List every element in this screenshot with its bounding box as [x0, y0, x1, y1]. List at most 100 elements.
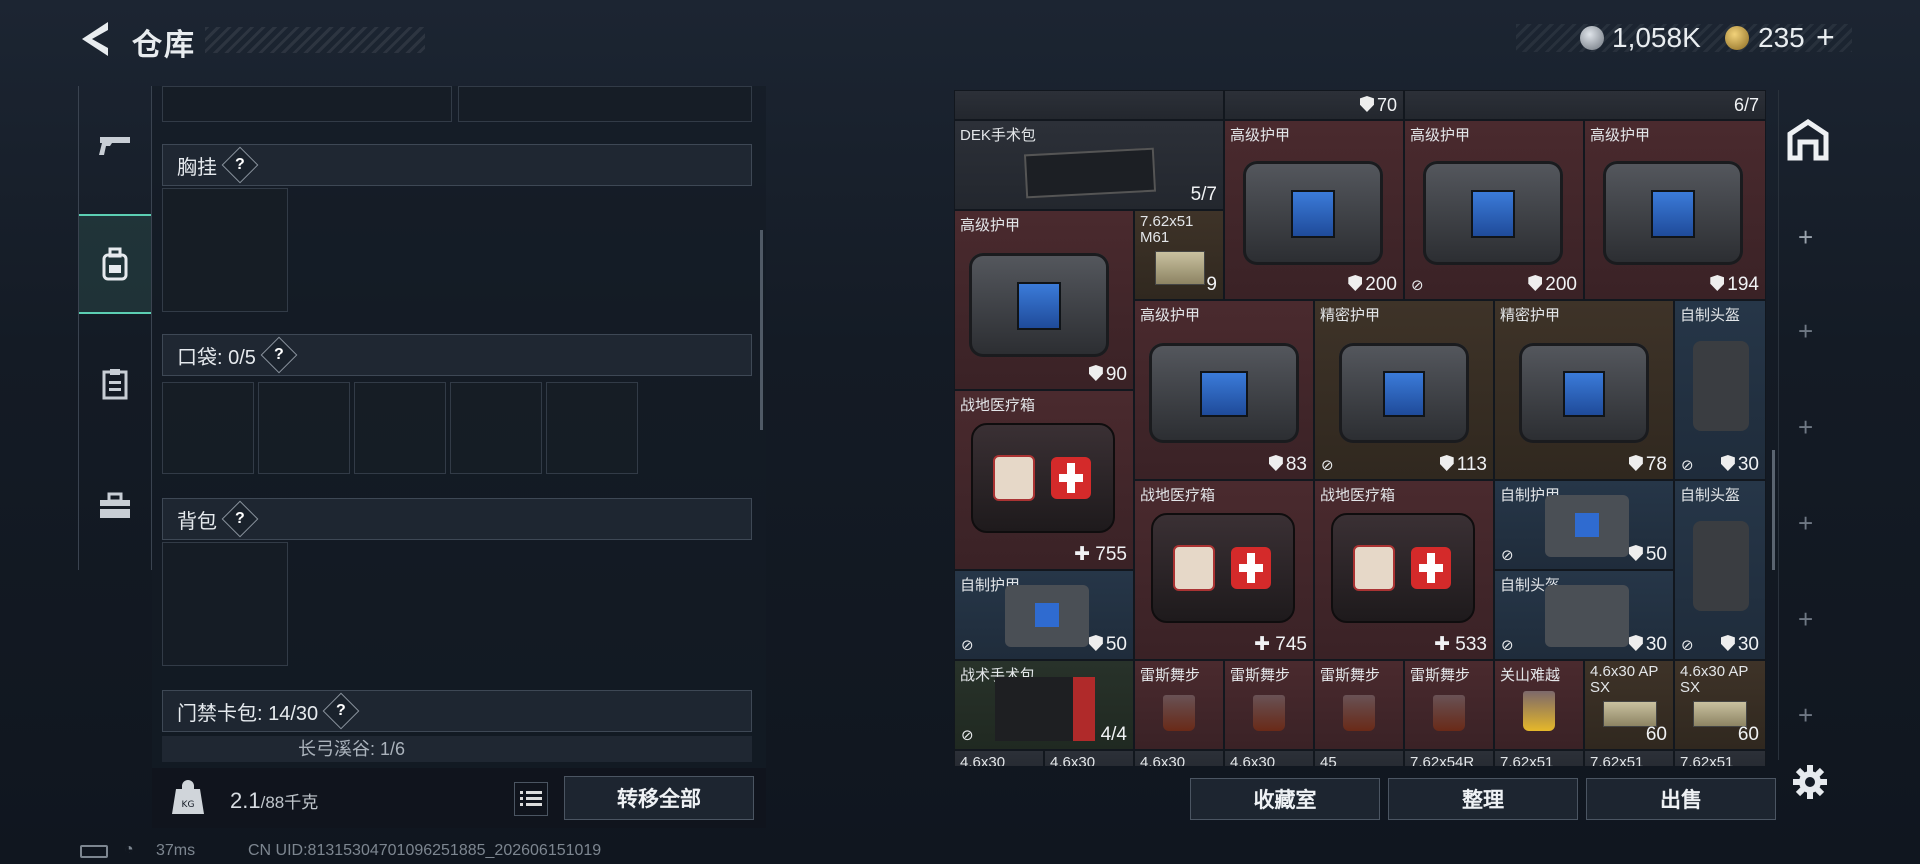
- stash-item[interactable]: 精密护甲 78: [1494, 300, 1674, 480]
- stash-scrollbar[interactable]: [1772, 450, 1775, 570]
- collection-room-button[interactable]: 收藏室: [1190, 778, 1380, 820]
- list-view-button[interactable]: [514, 782, 548, 816]
- item-value: ✚ 745: [1254, 634, 1307, 655]
- stash-item[interactable]: 自制头盔 ⊘ 30: [1674, 480, 1766, 660]
- item-value: 200: [1528, 274, 1577, 296]
- stash-item[interactable]: 自制护甲 ⊘ 50: [954, 570, 1134, 660]
- gun-icon: [99, 137, 130, 155]
- stash-item[interactable]: 战术手术包 ⊘ 4/4: [954, 660, 1134, 750]
- stash-item[interactable]: 高级护甲 90: [954, 210, 1134, 390]
- item-value: 60: [1645, 724, 1667, 745]
- stash-home-icon[interactable]: [1786, 118, 1830, 162]
- stash-item[interactable]: 7.62x51 M61 9: [1134, 210, 1224, 300]
- svg-text:KG: KG: [182, 800, 195, 810]
- settings-gear-icon[interactable]: [1792, 764, 1828, 800]
- stash-item[interactable]: 4.6x30: [1224, 750, 1314, 766]
- item-name: 战地医疗箱: [1320, 487, 1396, 504]
- locked-tab-icon[interactable]: +: [1798, 700, 1813, 731]
- chest-rig-header: 胸挂 ?: [162, 144, 752, 186]
- stash-item[interactable]: 雷斯舞步: [1404, 660, 1494, 750]
- add-gold-button[interactable]: +: [1816, 19, 1835, 56]
- chest-help-icon[interactable]: ?: [221, 146, 259, 184]
- chest-rig-label: 胸挂: [177, 156, 217, 179]
- keycard-sub-row[interactable]: 长弓溪谷: 1/6: [162, 736, 752, 762]
- medkit-image: [971, 423, 1115, 533]
- locked-tab-icon[interactable]: +: [1798, 412, 1813, 443]
- equip-slot[interactable]: [458, 86, 752, 122]
- stash-item[interactable]: 45: [1314, 750, 1404, 766]
- stash-item[interactable]: 自制头盔 ⊘ 30: [1494, 570, 1674, 660]
- tab-clipboard[interactable]: [79, 334, 151, 434]
- sort-button[interactable]: 整理: [1388, 778, 1578, 820]
- broken-icon: ⊘: [1321, 457, 1334, 474]
- backpack-help-icon[interactable]: ?: [221, 500, 259, 538]
- stash-item[interactable]: 雷斯舞步: [1314, 660, 1404, 750]
- sell-button[interactable]: 出售: [1586, 778, 1776, 820]
- broken-icon: ⊘: [961, 637, 974, 654]
- tab-gear[interactable]: [79, 214, 151, 314]
- stash-item[interactable]: 7.62x51: [1494, 750, 1584, 766]
- stash-item[interactable]: 70: [1224, 90, 1404, 120]
- item-value: 194: [1710, 274, 1759, 296]
- pocket-slot[interactable]: [258, 382, 350, 474]
- tab-weapons[interactable]: [79, 96, 151, 196]
- equip-slot[interactable]: [162, 86, 452, 122]
- armor-image: [1005, 585, 1089, 647]
- item-name: 4.6x30 AP SX: [1590, 663, 1659, 696]
- transfer-all-button[interactable]: 转移全部: [564, 776, 754, 820]
- stash-item[interactable]: 高级护甲 200: [1224, 120, 1404, 300]
- locked-tab-icon[interactable]: +: [1798, 508, 1813, 539]
- scrollbar[interactable]: [760, 230, 763, 430]
- pocket-slot[interactable]: [546, 382, 638, 474]
- stash-item[interactable]: 7.62x51: [1674, 750, 1766, 766]
- back-arrow-icon[interactable]: [78, 20, 112, 58]
- uid-text: CN UID:81315304701096251885_202606151019: [248, 842, 602, 859]
- pocket-slot[interactable]: [450, 382, 542, 474]
- pockets-help-icon[interactable]: ?: [260, 336, 298, 374]
- stash-item[interactable]: 精密护甲 ⊘ 113: [1314, 300, 1494, 480]
- stash-item[interactable]: 高级护甲 ⊘ 200: [1404, 120, 1584, 300]
- keycard-help-icon[interactable]: ?: [322, 692, 360, 730]
- item-name: 高级护甲: [1410, 127, 1471, 144]
- tab-toolbox[interactable]: [79, 456, 151, 556]
- pocket-slot[interactable]: [162, 382, 254, 474]
- keycard-header: 门禁卡包: 14/30 ?: [162, 690, 752, 732]
- status-bar: ◔ 37ms CN UID:81315304701096251885_20260…: [0, 840, 1920, 864]
- stash-item[interactable]: 4.6x30 AP SX 60: [1674, 660, 1766, 750]
- item-name: 7.62x51 M61: [1140, 213, 1194, 246]
- item-value: 4/4: [1100, 724, 1127, 745]
- stash-item[interactable]: 4.6x30 AP SX 60: [1584, 660, 1674, 750]
- locked-tab-icon[interactable]: +: [1798, 316, 1813, 347]
- stash-item[interactable]: 战地医疗箱 ✚ 745: [1134, 480, 1314, 660]
- stash-item[interactable]: 高级护甲 194: [1584, 120, 1766, 300]
- stash-item[interactable]: 6/7: [1404, 90, 1766, 120]
- backpack-slot[interactable]: [162, 542, 288, 666]
- stash-item[interactable]: 4.6x30: [1134, 750, 1224, 766]
- stash-item[interactable]: 4.6x30: [1044, 750, 1134, 766]
- item-name: 7.62x54R: [1410, 754, 1475, 766]
- stash-item[interactable]: 战地医疗箱 ✚ 533: [1314, 480, 1494, 660]
- stash-item[interactable]: 7.62x51: [1584, 750, 1674, 766]
- stash-item[interactable]: 7.62x54R: [1404, 750, 1494, 766]
- armor-icon: [1628, 635, 1643, 651]
- add-stash-tab-icon[interactable]: +: [1798, 222, 1813, 253]
- stash-item[interactable]: 自制头盔 ⊘ 30: [1674, 300, 1766, 480]
- stash-item[interactable]: [954, 90, 1224, 120]
- stash-item[interactable]: 自制护甲 ⊘ 50: [1494, 480, 1674, 570]
- stash-item[interactable]: 雷斯舞步: [1224, 660, 1314, 750]
- equipment-nav: [78, 86, 152, 570]
- item-name: 7.62x51: [1680, 754, 1734, 766]
- stash-item[interactable]: 4.6x30: [954, 750, 1044, 766]
- item-value: 50: [1088, 634, 1127, 656]
- item-name: 战地医疗箱: [960, 397, 1036, 414]
- chest-rig-slot[interactable]: [162, 188, 288, 312]
- stash-item[interactable]: DEK手术包 5/7: [954, 120, 1224, 210]
- stash-item[interactable]: 关山难越: [1494, 660, 1584, 750]
- stash-item[interactable]: 高级护甲 83: [1134, 300, 1314, 480]
- armor-image: [1519, 343, 1649, 443]
- stash-item[interactable]: 雷斯舞步: [1134, 660, 1224, 750]
- locked-tab-icon[interactable]: +: [1798, 604, 1813, 635]
- armor-image: [969, 253, 1109, 357]
- pocket-slot[interactable]: [354, 382, 446, 474]
- stash-item[interactable]: 战地医疗箱 ✚ 755: [954, 390, 1134, 570]
